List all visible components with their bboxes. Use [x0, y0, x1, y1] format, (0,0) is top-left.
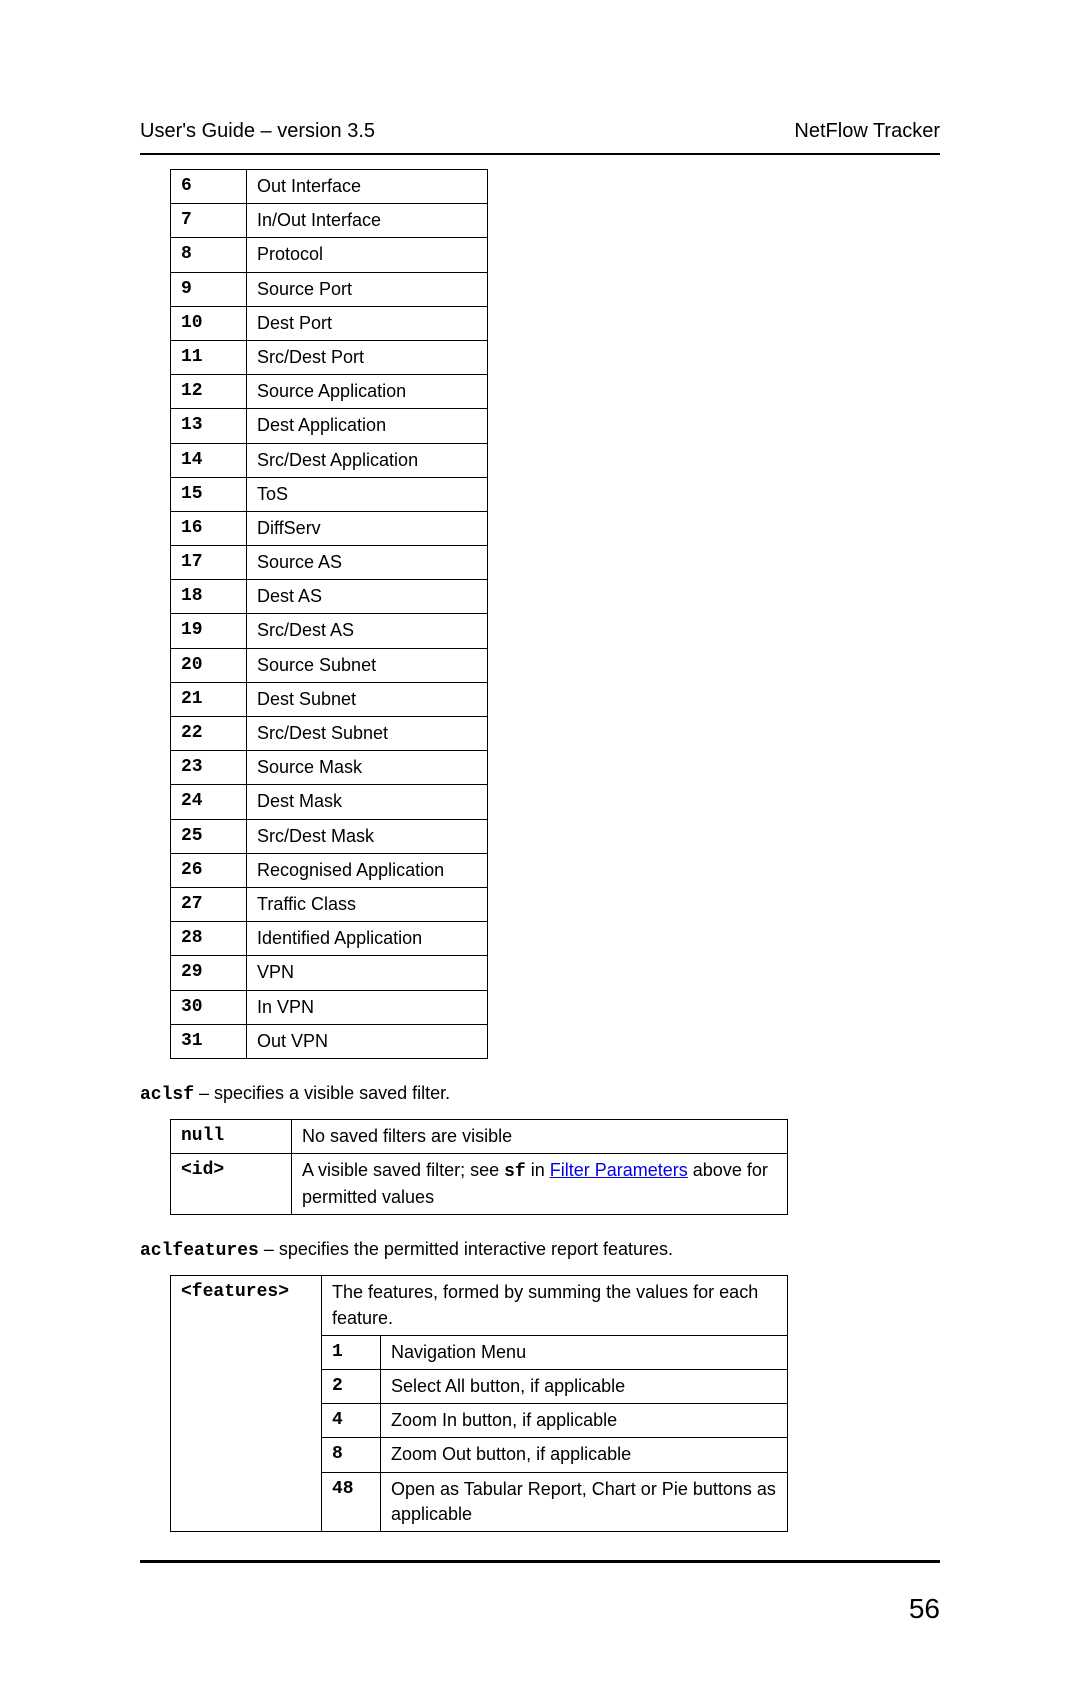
- table-row-label: Out VPN: [247, 1024, 488, 1058]
- features-subtable: 1Navigation Menu2Select All button, if a…: [322, 1336, 787, 1531]
- feature-num: 2: [322, 1370, 381, 1404]
- table-row-label: Traffic Class: [247, 887, 488, 921]
- table-row-num: 8: [171, 238, 247, 272]
- table-row-num: 16: [171, 511, 247, 545]
- table-row-label: Dest Port: [247, 306, 488, 340]
- table-row-label: Out Interface: [247, 170, 488, 204]
- table-row-num: 22: [171, 717, 247, 751]
- table-row-num: 21: [171, 682, 247, 716]
- table-row-label: Src/Dest AS: [247, 614, 488, 648]
- table-row-label: In/Out Interface: [247, 204, 488, 238]
- table-row-num: 28: [171, 922, 247, 956]
- table-row-label: Src/Dest Subnet: [247, 717, 488, 751]
- feature-num: 48: [322, 1472, 381, 1531]
- table-row-num: 12: [171, 375, 247, 409]
- table-row-label: Protocol: [247, 238, 488, 272]
- table-row-num: 31: [171, 1024, 247, 1058]
- table-row-label: Src/Dest Application: [247, 443, 488, 477]
- feature-label: Open as Tabular Report, Chart or Pie but…: [381, 1472, 788, 1531]
- feature-label: Select All button, if applicable: [381, 1370, 788, 1404]
- table-row-label: In VPN: [247, 990, 488, 1024]
- feature-num: 8: [322, 1438, 381, 1472]
- table-row-num: 23: [171, 751, 247, 785]
- table-row-label: DiffServ: [247, 511, 488, 545]
- aclsf-null-key: null: [171, 1119, 292, 1153]
- table-row-label: Source Application: [247, 375, 488, 409]
- table-row-label: Dest Mask: [247, 785, 488, 819]
- aclsf-id-val: A visible saved filter; see sf in Filter…: [292, 1154, 788, 1215]
- table-row-num: 7: [171, 204, 247, 238]
- table-row-label: ToS: [247, 477, 488, 511]
- table-row-num: 17: [171, 546, 247, 580]
- table-row-label: Recognised Application: [247, 853, 488, 887]
- table-row-label: Dest AS: [247, 580, 488, 614]
- table-row-num: 26: [171, 853, 247, 887]
- table-row-num: 18: [171, 580, 247, 614]
- filter-parameters-link[interactable]: Filter Parameters: [550, 1160, 688, 1180]
- table-row-num: 19: [171, 614, 247, 648]
- table-row-num: 14: [171, 443, 247, 477]
- table-row-num: 9: [171, 272, 247, 306]
- table-row-label: Source AS: [247, 546, 488, 580]
- table-row-label: Src/Dest Port: [247, 340, 488, 374]
- table-row-num: 10: [171, 306, 247, 340]
- interface-table: 6Out Interface7In/Out Interface8Protocol…: [170, 169, 488, 1059]
- aclsf-table: null No saved filters are visible <id> A…: [170, 1119, 788, 1216]
- page-header: User's Guide – version 3.5 NetFlow Track…: [140, 120, 940, 155]
- table-row-label: Identified Application: [247, 922, 488, 956]
- page-number: 56: [909, 1593, 940, 1624]
- table-row-label: Dest Subnet: [247, 682, 488, 716]
- features-key: <features>: [171, 1276, 322, 1532]
- features-intro: The features, formed by summing the valu…: [322, 1276, 788, 1335]
- table-row-num: 30: [171, 990, 247, 1024]
- table-row-label: Source Subnet: [247, 648, 488, 682]
- table-row-num: 24: [171, 785, 247, 819]
- feature-num: 1: [322, 1336, 381, 1370]
- aclfeatures-term: aclfeatures: [140, 1241, 259, 1261]
- aclsf-term: aclsf: [140, 1085, 194, 1105]
- aclfeatures-table: <features> The features, formed by summi…: [170, 1275, 788, 1532]
- aclsf-id-key: <id>: [171, 1154, 292, 1215]
- table-row-num: 20: [171, 648, 247, 682]
- table-row-label: Dest Application: [247, 409, 488, 443]
- table-row-label: Source Mask: [247, 751, 488, 785]
- table-row-label: Src/Dest Mask: [247, 819, 488, 853]
- feature-label: Zoom In button, if applicable: [381, 1404, 788, 1438]
- feature-num: 4: [322, 1404, 381, 1438]
- header-right: NetFlow Tracker: [794, 120, 940, 143]
- aclsf-paragraph: aclsf – specifies a visible saved filter…: [140, 1083, 940, 1105]
- table-row-num: 15: [171, 477, 247, 511]
- table-row-label: Source Port: [247, 272, 488, 306]
- table-row-num: 6: [171, 170, 247, 204]
- feature-label: Navigation Menu: [381, 1336, 788, 1370]
- table-row-num: 25: [171, 819, 247, 853]
- aclfeatures-paragraph: aclfeatures – specifies the permitted in…: [140, 1239, 940, 1261]
- feature-label: Zoom Out button, if applicable: [381, 1438, 788, 1472]
- table-row-num: 27: [171, 887, 247, 921]
- header-left: User's Guide – version 3.5: [140, 120, 375, 143]
- page-footer: 56: [140, 1560, 940, 1625]
- table-row-num: 29: [171, 956, 247, 990]
- table-row-label: VPN: [247, 956, 488, 990]
- table-row-num: 11: [171, 340, 247, 374]
- aclsf-desc: – specifies a visible saved filter.: [194, 1083, 450, 1103]
- aclfeatures-desc: – specifies the permitted interactive re…: [259, 1239, 673, 1259]
- table-row-num: 13: [171, 409, 247, 443]
- aclsf-null-val: No saved filters are visible: [292, 1119, 788, 1153]
